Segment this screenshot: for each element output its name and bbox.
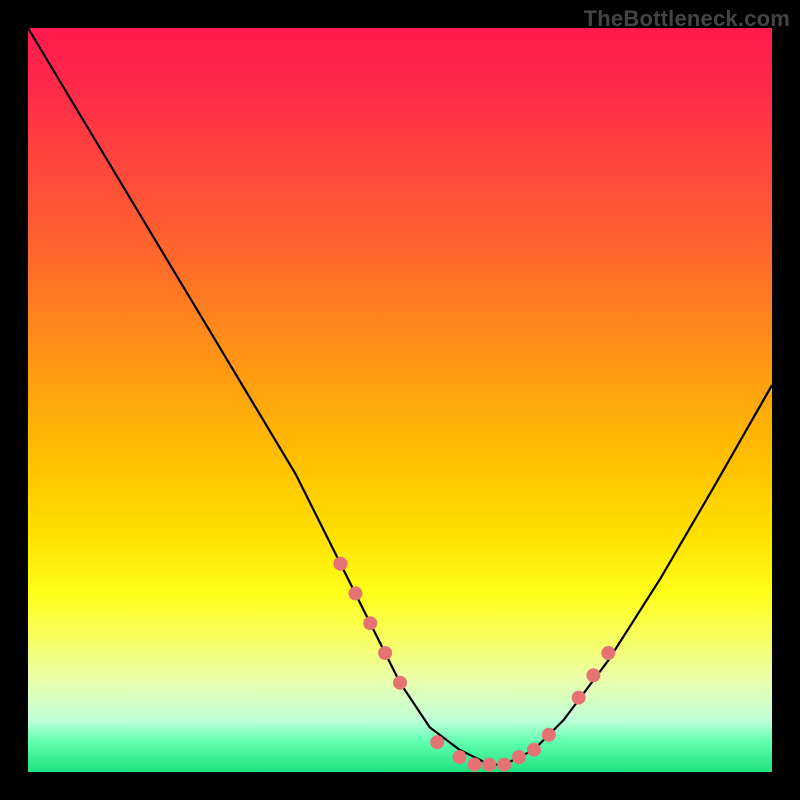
bottleneck-curve (28, 28, 772, 765)
curve-marker (363, 616, 377, 630)
curve-marker (430, 735, 444, 749)
curve-marker (393, 676, 407, 690)
chart-svg (28, 28, 772, 772)
curve-marker (586, 668, 600, 682)
curve-marker (497, 758, 511, 772)
curve-marker (542, 728, 556, 742)
curve-marker (334, 557, 348, 571)
curve-marker (572, 691, 586, 705)
curve-marker (512, 750, 526, 764)
curve-markers (334, 557, 616, 772)
curve-marker (378, 646, 392, 660)
curve-marker (467, 758, 481, 772)
curve-marker (527, 743, 541, 757)
curve-marker (482, 758, 496, 772)
curve-marker (601, 646, 615, 660)
watermark-text: TheBottleneck.com (584, 6, 790, 32)
curve-marker (348, 586, 362, 600)
plot-area (28, 28, 772, 772)
curve-marker (453, 750, 467, 764)
